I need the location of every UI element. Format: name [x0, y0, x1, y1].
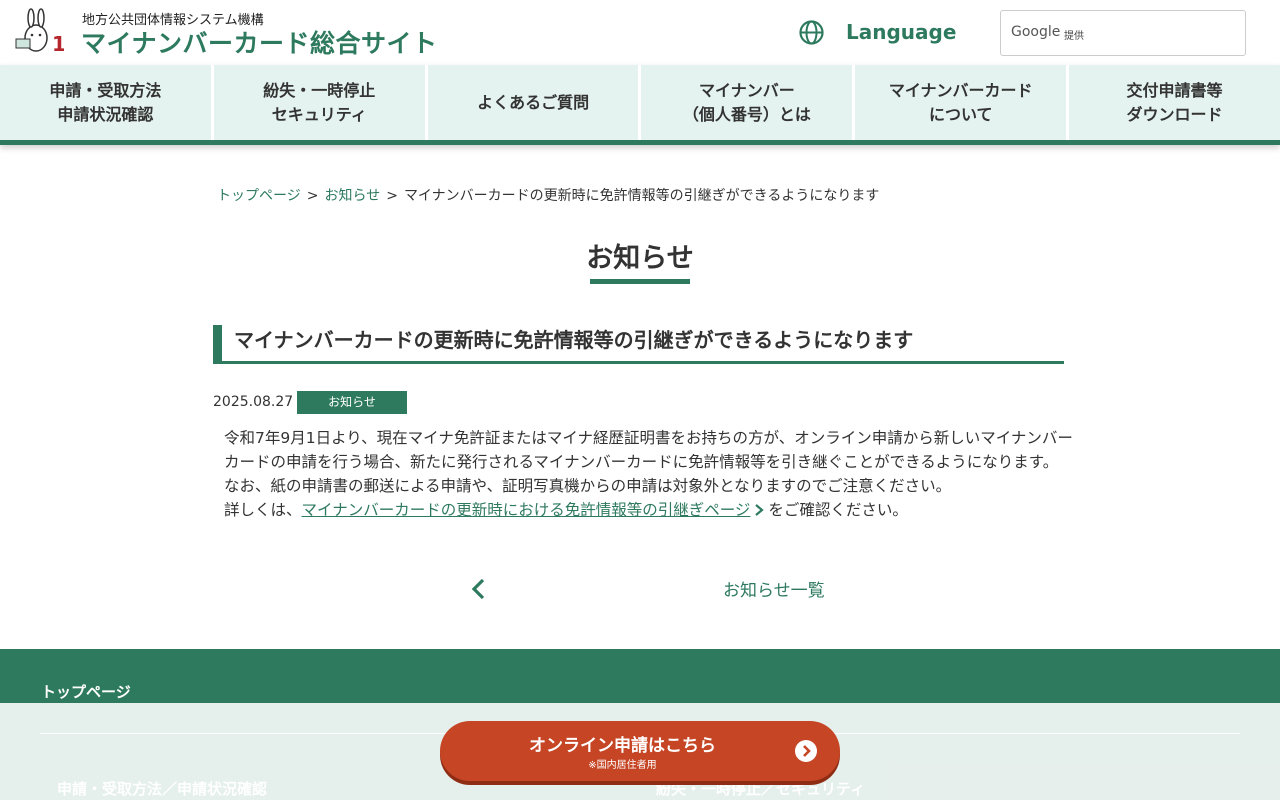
footer-top-link[interactable]: トップページ: [41, 681, 131, 702]
article-paragraph: 令和7年9月1日より、現在マイナ免許証またはマイナ経歴証明書をお持ちの方が、オン…: [224, 429, 1073, 471]
chevron-right-icon: [755, 504, 765, 516]
post-date: 2025.08.27: [213, 394, 294, 410]
svg-text:1: 1: [52, 32, 64, 56]
chevron-left-icon[interactable]: [468, 577, 490, 601]
global-nav: 申請・受取方法 申請状況確認 紛失・一時停止 セキュリティ よくあるご質問 マイ…: [0, 65, 1280, 145]
article-paragraph: なお、紙の申請書の郵送による申請や、証明写真機からの申請は対象外となりますのでご…: [224, 477, 952, 495]
globe-icon[interactable]: [799, 20, 824, 45]
arrow-circle-right-icon: [795, 740, 817, 762]
google-provided-label: 提供: [1064, 31, 1084, 42]
detail-prefix: 詳しくは、: [224, 501, 302, 519]
category-badge: お知らせ: [297, 391, 407, 414]
nav-item-application[interactable]: 申請・受取方法 申請状況確認: [0, 65, 214, 140]
page-title: お知らせ: [586, 243, 694, 274]
article-body: 令和7年9月1日より、現在マイナ免許証またはマイナ経歴証明書をお持ちの方が、オン…: [224, 426, 1074, 522]
nav-item-faq[interactable]: よくあるご質問: [428, 65, 642, 140]
footer-link-security[interactable]: 紛失・一時停止／セキュリティ: [656, 778, 865, 799]
detail-link[interactable]: マイナンバーカードの更新時における免許情報等の引継ぎページ: [302, 501, 751, 519]
breadcrumb: トップページ > お知らせ > マイナンバーカードの更新時に免許情報等の引継ぎができるよ…: [217, 185, 879, 205]
breadcrumb-separator: >: [306, 188, 319, 204]
nav-item-about-card[interactable]: マイナンバーカード について: [855, 65, 1070, 140]
nav-item-about-mynumber[interactable]: マイナンバー （個人番号）とは: [641, 65, 856, 140]
site-title[interactable]: マイナンバーカード総合サイト: [81, 24, 438, 60]
breadcrumb-separator: >: [386, 188, 398, 204]
online-application-button[interactable]: オンライン申請はこちら ※国内居住者用: [440, 721, 840, 781]
mynaportal-mascot-logo-icon[interactable]: 1: [14, 8, 64, 56]
breadcrumb-current: マイナンバーカードの更新時に免許情報等の引継ぎができるようになります: [403, 188, 880, 204]
title-underline: [590, 279, 690, 284]
nav-item-download[interactable]: 交付申請書等 ダウンロード: [1069, 65, 1280, 140]
cta-main-label: オンライン申請はこちら: [529, 736, 716, 756]
google-brand: Google: [1011, 24, 1061, 40]
footer-link-application[interactable]: 申請・受取方法／申請状況確認: [57, 778, 267, 799]
article-heading: マイナンバーカードの更新時に免許情報等の引継ぎができるようになります: [213, 325, 1064, 364]
breadcrumb-news-link[interactable]: お知らせ: [324, 188, 380, 204]
google-translate-widget[interactable]: Google 提供: [1000, 10, 1246, 56]
detail-suffix: をご確認ください。: [768, 501, 908, 519]
news-list-link[interactable]: お知らせ一覧: [723, 576, 825, 601]
nav-item-loss-security[interactable]: 紛失・一時停止 セキュリティ: [214, 65, 428, 140]
site-header: 1 地方公共団体情報システム機構 マイナンバーカード総合サイト Language…: [0, 0, 1280, 65]
cta-sub-label: ※国内居住者用: [588, 760, 657, 771]
breadcrumb-top-link[interactable]: トップページ: [217, 188, 301, 204]
article-detail: 詳しくは、マイナンバーカードの更新時における免許情報等の引継ぎページ をご確認くだ…: [224, 498, 1074, 522]
language-selector[interactable]: Language: [846, 20, 956, 44]
